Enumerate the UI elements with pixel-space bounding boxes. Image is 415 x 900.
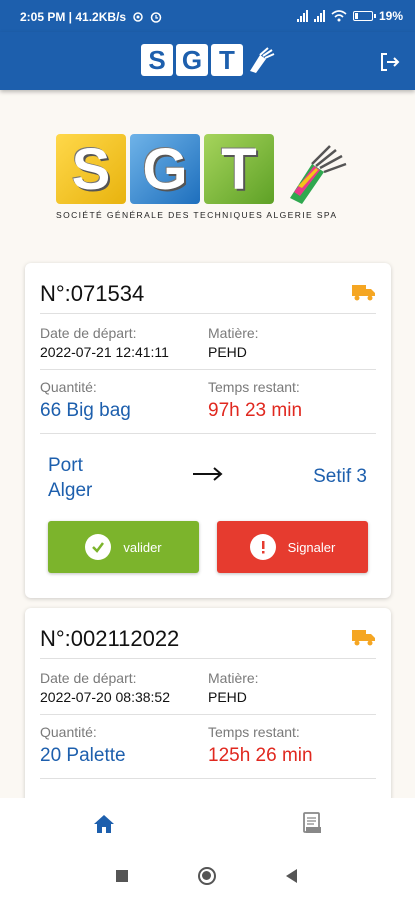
paint-brush-icon — [290, 145, 347, 204]
date-depart-label: Date de départ: — [40, 670, 137, 686]
check-circle-icon — [85, 534, 112, 560]
battery-icon — [352, 11, 376, 21]
logout-icon[interactable] — [377, 50, 401, 74]
matiere-label: Matière: — [208, 325, 259, 341]
divider — [40, 658, 376, 659]
valider-button[interactable]: valider — [48, 521, 199, 573]
quantite-value: 20 Palette — [40, 745, 126, 766]
valider-label: valider — [123, 539, 162, 555]
app-logo-letter-t: T — [211, 44, 243, 76]
system-navigation — [0, 852, 415, 900]
app-logo: S G T — [141, 44, 276, 76]
home-icon[interactable] — [93, 814, 115, 834]
origin-line-2: Alger — [48, 480, 93, 501]
shipment-card[interactable]: N°:002112022 Date de départ: 2022-07-20 … — [25, 608, 391, 808]
origin-line-1: Port — [48, 455, 83, 476]
home-button-icon[interactable] — [198, 867, 216, 885]
logo-tile-g: G — [130, 134, 200, 204]
temps-restant-value: 97h 23 min — [208, 400, 303, 421]
origin-location: Port Alger — [48, 453, 92, 503]
signaler-label: Signaler — [287, 539, 336, 555]
divider — [40, 369, 376, 370]
arrow-right-icon — [193, 467, 223, 481]
temps-restant-value: 125h 26 min — [208, 745, 313, 766]
divider — [40, 778, 376, 779]
bottom-navigation — [0, 798, 415, 852]
divider — [40, 433, 376, 434]
wifi-icon — [331, 10, 347, 22]
brush-icon — [250, 47, 275, 73]
quantite-value: 66 Big bag — [40, 400, 131, 421]
date-depart-label: Date de départ: — [40, 325, 137, 341]
recent-apps-icon[interactable] — [116, 870, 128, 882]
back-icon[interactable] — [286, 869, 297, 883]
logo-tile-s: S — [56, 134, 126, 204]
matiere-label: Matière: — [208, 670, 259, 686]
shipment-number: N°:002112022 — [40, 626, 180, 651]
signal-icon — [296, 10, 308, 22]
quantite-label: Quantité: — [40, 379, 97, 395]
temps-restant-label: Temps restant: — [208, 379, 300, 395]
truck-icon — [352, 285, 375, 301]
shipment-card[interactable]: N°:071534 Date de départ: 2022-07-21 12:… — [25, 263, 391, 598]
alert-circle-icon — [249, 534, 276, 560]
quantite-label: Quantité: — [40, 724, 97, 740]
battery-percent: 19% — [378, 9, 403, 23]
destination-location: Setif 3 — [313, 466, 367, 487]
app-bar: S G T — [0, 32, 415, 90]
status-bar: 2:05 PM | 41.2KB/s 19% — [0, 0, 415, 32]
shipment-number: N°:071534 — [40, 281, 145, 306]
settings-icon — [133, 12, 143, 22]
app-logo-letter-g: G — [176, 44, 208, 76]
alarm-icon — [150, 12, 162, 23]
date-depart-value: 2022-07-20 08:38:52 — [40, 689, 170, 705]
divider — [40, 714, 376, 715]
signaler-button[interactable]: Signaler — [217, 521, 368, 573]
logo-tile-t: T — [204, 134, 274, 204]
temps-restant-label: Temps restant: — [208, 724, 300, 740]
truck-icon — [352, 630, 375, 646]
company-logo: S G T SOCIÉTÉ GÉNÉRALE DES TECHNIQUES AL… — [56, 134, 356, 229]
status-left: 2:05 PM | 41.2KB/s — [20, 10, 162, 24]
date-depart-value: 2022-07-21 12:41:11 — [40, 344, 169, 360]
document-icon[interactable] — [302, 812, 322, 834]
divider — [40, 313, 376, 314]
status-right: 19% — [296, 9, 403, 23]
company-subtitle: SOCIÉTÉ GÉNÉRALE DES TECHNIQUES ALGERIE … — [56, 210, 338, 220]
matiere-value: PEHD — [208, 344, 247, 360]
matiere-value: PEHD — [208, 689, 247, 705]
app-logo-letter-s: S — [141, 44, 173, 76]
signal-icon-2 — [313, 10, 325, 22]
status-time: 2:05 PM | 41.2KB/s — [20, 10, 127, 24]
